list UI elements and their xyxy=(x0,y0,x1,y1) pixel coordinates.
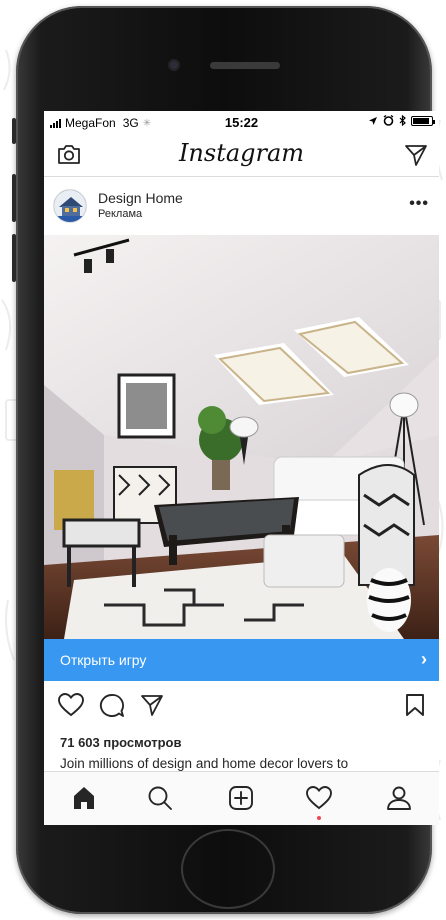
open-game-button[interactable]: Открыть игру › xyxy=(44,639,439,681)
add-post-icon[interactable] xyxy=(227,784,255,812)
status-bar: MegaFon 3G ✳ 15:22 xyxy=(44,111,439,133)
home-icon[interactable] xyxy=(70,784,98,812)
sponsored-label: Реклама xyxy=(98,208,143,220)
account-name[interactable]: Design Home xyxy=(98,190,183,206)
post-header: Design Home Реклама ••• xyxy=(44,179,439,235)
battery-icon xyxy=(411,115,435,126)
comment-icon[interactable] xyxy=(99,693,125,718)
post-image[interactable] xyxy=(44,235,439,639)
app-header: Instagram xyxy=(44,133,439,177)
chevron-right-icon: › xyxy=(421,649,427,669)
profile-icon[interactable] xyxy=(385,784,413,812)
location-arrow-icon xyxy=(369,116,377,125)
activity-heart-icon[interactable] xyxy=(305,784,333,812)
cta-label: Открыть игру xyxy=(60,652,147,668)
mute-switch xyxy=(12,118,16,144)
search-icon[interactable] xyxy=(146,784,174,812)
bookmark-icon[interactable] xyxy=(405,693,425,717)
share-icon[interactable] xyxy=(140,693,164,717)
view-count: 71 603 просмотров xyxy=(60,735,182,750)
volume-up-button xyxy=(12,174,16,222)
phone-screen: MegaFon 3G ✳ 15:22 Instagram Design Home… xyxy=(44,111,439,825)
direct-send-icon[interactable] xyxy=(404,143,428,167)
heart-icon[interactable] xyxy=(58,693,84,717)
more-options-icon[interactable]: ••• xyxy=(409,195,429,213)
notification-dot xyxy=(317,816,321,820)
post-actions xyxy=(44,687,439,727)
design-home-logo-icon xyxy=(54,190,86,222)
post-caption: Join millions of design and home decor l… xyxy=(60,756,349,771)
bottom-tab-bar xyxy=(44,771,439,825)
alarm-icon xyxy=(383,115,394,126)
volume-down-button xyxy=(12,234,16,282)
avatar[interactable] xyxy=(53,189,87,223)
bluetooth-icon xyxy=(399,115,406,126)
earpiece-speaker xyxy=(210,62,280,69)
app-logo: Instagram xyxy=(178,139,305,167)
front-camera xyxy=(168,59,180,71)
home-button[interactable] xyxy=(181,829,275,909)
